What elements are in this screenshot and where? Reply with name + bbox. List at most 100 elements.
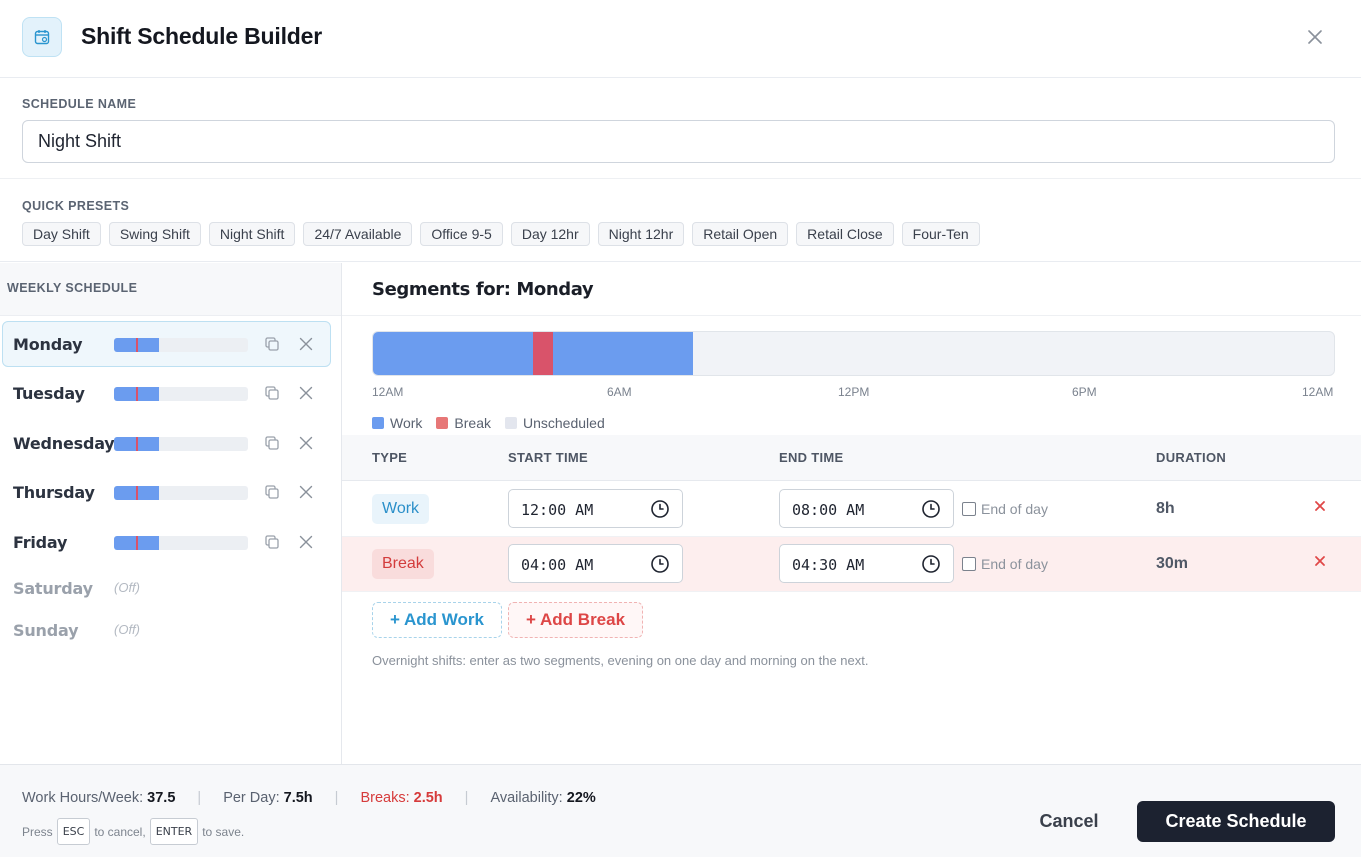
day-name: Thursday (13, 483, 95, 502)
segment-duration: 30m (1156, 555, 1189, 572)
preset-night-shift[interactable]: Night Shift (208, 222, 296, 246)
kbd-enter: ENTER (149, 818, 199, 845)
segment-duration: 8h (1156, 500, 1175, 517)
day-coverage-bar (114, 536, 248, 550)
tick-label: 12AM (1302, 385, 1334, 399)
legend-break: Break (436, 415, 491, 431)
schedule-name-label: SCHEDULE NAME (22, 97, 137, 111)
legend-unscheduled: Unscheduled (505, 415, 605, 431)
kbd-esc: ESC (56, 818, 91, 845)
cancel-button[interactable]: Cancel (1023, 801, 1115, 841)
off-label: (Off) (114, 622, 140, 637)
copy-icon[interactable] (263, 335, 281, 353)
day-name: Tuesday (13, 384, 85, 403)
day-row-sunday[interactable]: Sunday (Off) (2, 607, 331, 653)
delete-segment-icon[interactable] (1312, 553, 1328, 569)
end-of-day-checkbox[interactable]: End of day (962, 556, 1048, 572)
preset-four-ten[interactable]: Four-Ten (901, 222, 980, 246)
tick-label: 6AM (607, 385, 632, 399)
dialog-footer: Work Hours/Week: 37.5 | Per Day: 7.5h | … (0, 764, 1361, 857)
overnight-hint: Overnight shifts: enter as two segments,… (372, 653, 869, 668)
legend-work: Work (372, 415, 422, 431)
day-name: Monday (13, 335, 83, 354)
quick-presets-section: QUICK PRESETS Day Shift Swing Shift Nigh… (0, 180, 1361, 262)
segments-table-header: TYPE START TIME END TIME DURATION (342, 435, 1361, 481)
close-icon[interactable] (1303, 25, 1327, 49)
day-coverage-bar (114, 486, 248, 500)
day-name: Friday (13, 533, 68, 552)
stat-per-day: Per Day: 7.5h (223, 790, 313, 806)
segments-title: Segments for: Monday (372, 279, 594, 300)
calendar-icon (22, 17, 62, 57)
preset-day-12hr[interactable]: Day 12hr (510, 222, 590, 246)
off-label: (Off) (114, 580, 140, 595)
clock-icon (922, 500, 940, 518)
day-coverage-bar (114, 437, 248, 451)
summary-stats: Work Hours/Week: 37.5 | Per Day: 7.5h | … (22, 790, 596, 806)
copy-icon[interactable] (263, 483, 281, 501)
presets-row: Day Shift Swing Shift Night Shift 24/7 A… (22, 222, 980, 246)
tick-label: 12PM (838, 385, 870, 399)
preset-office-9-5[interactable]: Office 9-5 (420, 222, 503, 246)
weekly-schedule-label: WEEKLY SCHEDULE (7, 281, 138, 295)
copy-icon[interactable] (263, 434, 281, 452)
preset-swing-shift[interactable]: Swing Shift (108, 222, 201, 246)
segment-type-badge[interactable]: Work (372, 494, 430, 524)
segments-panel: Segments for: Monday 12AM 6AM 12PM 6PM 1… (342, 263, 1361, 764)
clear-day-icon[interactable] (297, 384, 315, 402)
day-name: Saturday (13, 579, 93, 598)
stat-breaks: Breaks: 2.5h (360, 790, 443, 806)
day-coverage-bar (114, 338, 248, 352)
weekly-schedule-panel: WEEKLY SCHEDULE Monday Tuesday Wednesday… (0, 263, 342, 764)
tick-label: 6PM (1072, 385, 1097, 399)
end-time-input[interactable]: 08:00 AM (779, 489, 954, 528)
day-name: Wednesday (13, 434, 115, 453)
copy-icon[interactable] (263, 384, 281, 402)
clock-icon (651, 500, 669, 518)
clear-day-icon[interactable] (297, 434, 315, 452)
day-row-saturday[interactable]: Saturday (Off) (2, 565, 331, 611)
clear-day-icon[interactable] (297, 483, 315, 501)
segment-type-badge[interactable]: Break (372, 549, 434, 579)
stat-work-hours: Work Hours/Week: 37.5 (22, 790, 176, 806)
preset-retail-open[interactable]: Retail Open (692, 222, 789, 246)
quick-presets-label: QUICK PRESETS (22, 199, 130, 213)
clear-day-icon[interactable] (297, 335, 315, 353)
day-name: Sunday (13, 621, 79, 640)
divider (342, 315, 1361, 316)
dialog-title: Shift Schedule Builder (81, 23, 322, 49)
clock-icon (651, 555, 669, 573)
day-row-monday[interactable]: Monday (2, 321, 331, 367)
day-timeline (372, 331, 1335, 376)
preset-day-shift[interactable]: Day Shift (22, 222, 101, 246)
keyboard-hint: Press ESC to cancel, ENTER to save. (22, 818, 244, 845)
col-type: TYPE (372, 450, 408, 465)
day-row-thursday[interactable]: Thursday (2, 469, 331, 515)
preset-retail-close[interactable]: Retail Close (796, 222, 894, 246)
tick-label: 12AM (372, 385, 404, 399)
start-time-input[interactable]: 12:00 AM (508, 489, 683, 528)
dialog-header: Shift Schedule Builder (0, 0, 1361, 78)
schedule-name-section: SCHEDULE NAME (0, 79, 1361, 179)
add-work-button[interactable]: + Add Work (372, 602, 502, 638)
clock-icon (922, 555, 940, 573)
weekly-schedule-header: WEEKLY SCHEDULE (0, 263, 341, 316)
add-break-button[interactable]: + Add Break (508, 602, 644, 638)
day-row-tuesday[interactable]: Tuesday (2, 370, 331, 416)
preset-night-12hr[interactable]: Night 12hr (597, 222, 685, 246)
timeline-break-segment (533, 332, 554, 375)
start-time-input[interactable]: 04:00 AM (508, 544, 683, 583)
day-row-friday[interactable]: Friday (2, 519, 331, 565)
clear-day-icon[interactable] (297, 533, 315, 551)
end-of-day-checkbox[interactable]: End of day (962, 501, 1048, 517)
create-schedule-button[interactable]: Create Schedule (1137, 801, 1335, 842)
segment-row-break: Break 04:00 AM 04:30 AM End of day 30m (342, 537, 1361, 592)
segment-row-work: Work 12:00 AM 08:00 AM End of day 8h (342, 482, 1361, 537)
delete-segment-icon[interactable] (1312, 498, 1328, 514)
end-time-input[interactable]: 04:30 AM (779, 544, 954, 583)
schedule-name-input[interactable] (22, 120, 1335, 163)
preset-24-7-available[interactable]: 24/7 Available (303, 222, 413, 246)
stat-availability: Availability: 22% (490, 790, 596, 806)
day-row-wednesday[interactable]: Wednesday (2, 420, 331, 466)
copy-icon[interactable] (263, 533, 281, 551)
